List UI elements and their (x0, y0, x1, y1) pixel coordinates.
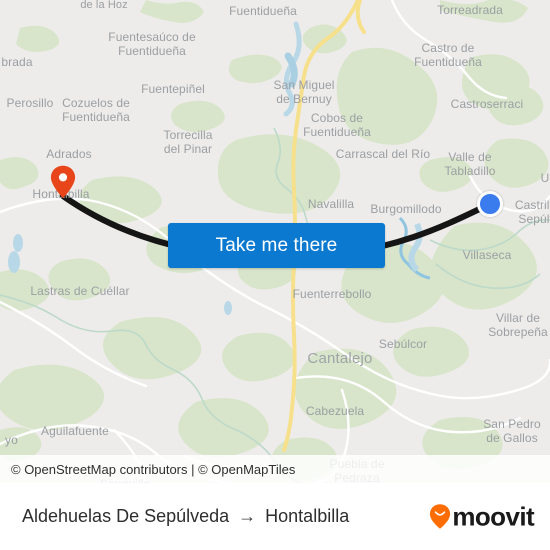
moovit-wordmark: moovit (452, 501, 534, 531)
attribution-text[interactable]: © OpenStreetMap contributors | © OpenMap… (11, 462, 295, 477)
map-pin-icon (50, 165, 76, 199)
arrow-right-icon: → (238, 506, 257, 526)
route-destination-label: Hontalbilla (265, 506, 350, 526)
take-me-there-button[interactable]: Take me there (168, 223, 385, 268)
destination-location-dot-icon[interactable] (477, 191, 503, 217)
map-attribution: © OpenStreetMap contributors | © OpenMap… (0, 455, 550, 483)
route-summary: Aldehuelas De Sepúlveda → Hontalbilla (22, 506, 349, 527)
route-origin-label: Aldehuelas De Sepúlveda (22, 506, 230, 526)
map-canvas[interactable]: de la Hoz Fuentidueña Torreadrada Fuentesaú… (0, 0, 550, 483)
origin-map-pin-icon[interactable] (50, 165, 76, 199)
moovit-pin-icon (430, 504, 451, 529)
moovit-route-preview: de la Hoz Fuentidueña Torreadrada Fuentesaú… (0, 0, 550, 550)
moovit-logo[interactable]: moovit (429, 501, 535, 532)
route-footer: Aldehuelas De Sepúlveda → Hontalbilla mo… (0, 483, 550, 550)
